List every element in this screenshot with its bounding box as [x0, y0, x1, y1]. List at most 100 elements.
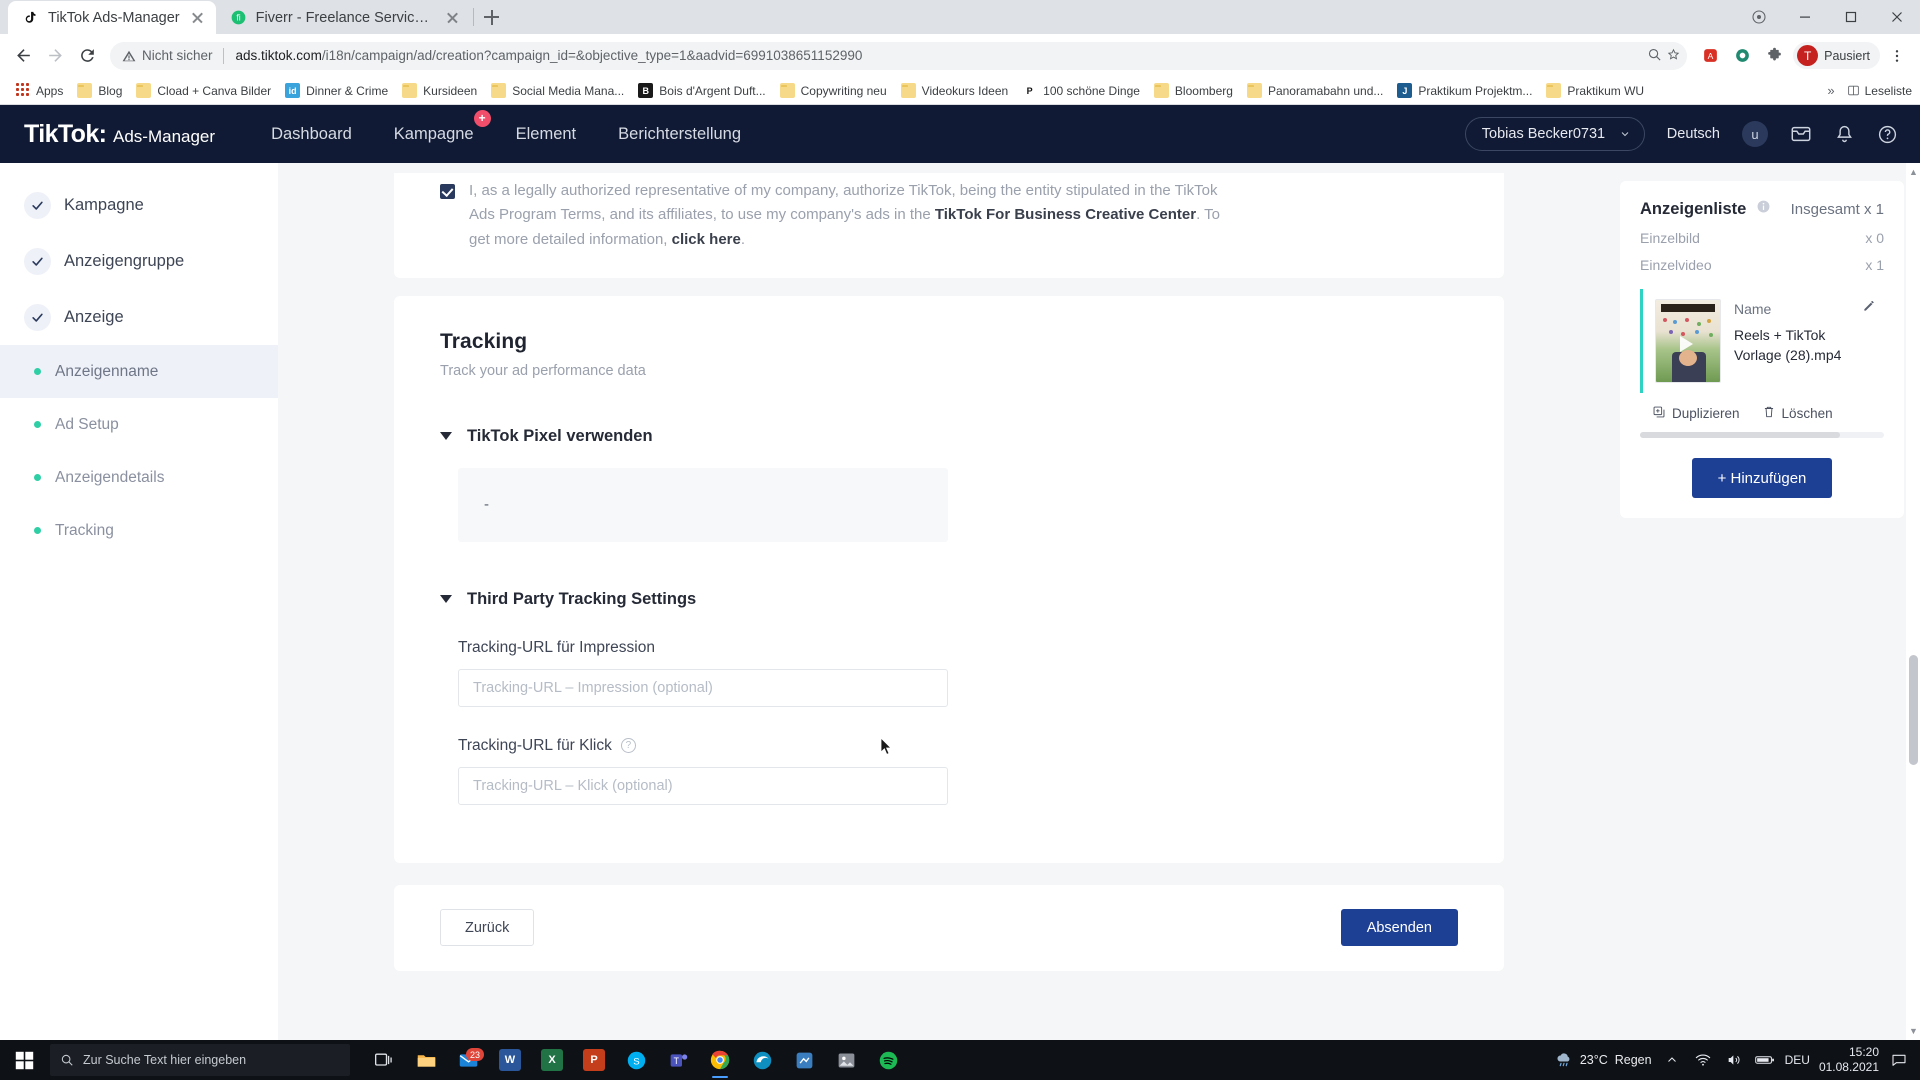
sidebar-item-anzeigenname[interactable]: Anzeigenname — [0, 345, 278, 398]
bookmark-item[interactable]: Panoramabahn und... — [1240, 80, 1390, 101]
delete-button[interactable]: Löschen — [1762, 405, 1833, 422]
zoom-icon[interactable] — [1647, 47, 1662, 65]
sidebar-item-tracking[interactable]: Tracking — [0, 504, 278, 557]
browser-tab-active[interactable]: TikTok Ads-Manager — [8, 1, 216, 34]
bookmark-item[interactable]: Apps — [8, 80, 70, 101]
bookmark-item[interactable]: Cload + Canva Bilder — [129, 80, 278, 101]
file-explorer-icon[interactable] — [406, 1040, 446, 1080]
nav-kampagne-badge[interactable]: + — [473, 109, 491, 127]
scroll-up-arrow[interactable]: ▲ — [1909, 167, 1918, 177]
edge-icon[interactable] — [742, 1040, 782, 1080]
nav-dashboard[interactable]: Dashboard — [271, 125, 352, 144]
third-party-tracking-section-header[interactable]: Third Party Tracking Settings — [440, 590, 1458, 609]
weather-widget[interactable]: 23°C Regen — [1555, 1051, 1652, 1069]
consent-checkbox[interactable] — [440, 184, 455, 199]
close-icon[interactable] — [444, 9, 461, 26]
ad-list-horizontal-scrollbar[interactable] — [1640, 432, 1884, 438]
start-button[interactable] — [0, 1040, 48, 1080]
bell-icon[interactable] — [1834, 124, 1855, 145]
browser-tab-inactive[interactable]: fi Fiverr - Freelance Services Marke — [215, 1, 471, 34]
back-button[interactable]: Zurück — [440, 909, 535, 947]
question-mark-icon[interactable]: ? — [620, 738, 636, 754]
click-url-input[interactable]: Tracking-URL – Klick (optional) — [458, 766, 948, 805]
sidebar-item-anzeigendetails[interactable]: Anzeigendetails — [0, 451, 278, 504]
sidebar-step-kampagne[interactable]: Kampagne — [0, 177, 278, 233]
word-icon[interactable]: W — [490, 1040, 530, 1080]
taskbar-language[interactable]: DEU — [1785, 1053, 1810, 1067]
back-icon[interactable] — [8, 41, 38, 71]
forward-icon[interactable] — [40, 41, 70, 71]
sidebar-item-ad-setup[interactable]: Ad Setup — [0, 398, 278, 451]
taskbar-clock[interactable]: 15:20 01.08.2021 — [1819, 1045, 1879, 1075]
bookmark-item[interactable]: Videokurs Ideen — [894, 80, 1016, 101]
bookmark-item[interactable]: id Dinner & Crime — [278, 80, 395, 101]
battery-icon[interactable] — [1754, 1053, 1776, 1067]
chrome-icon[interactable] — [700, 1040, 740, 1080]
sidebar-step-anzeige[interactable]: Anzeige — [0, 289, 278, 345]
submit-button[interactable]: Absenden — [1340, 909, 1458, 947]
task-view-icon[interactable] — [364, 1040, 404, 1080]
address-bar[interactable]: Nicht sicher ads.tiktok.com/i18n/campaig… — [110, 41, 1688, 70]
impression-url-input[interactable]: Tracking-URL – Impression (optional) — [458, 668, 948, 707]
language-selector[interactable]: Deutsch — [1667, 126, 1720, 142]
bookmark-star-icon[interactable] — [1666, 47, 1681, 65]
bookmark-item[interactable]: Bloomberg — [1147, 80, 1240, 101]
minimize-icon[interactable] — [1782, 0, 1828, 34]
bookmark-item[interactable]: J Praktikum Projektm... — [1390, 80, 1539, 101]
app-icon[interactable] — [784, 1040, 824, 1080]
extensions-puzzle-icon[interactable] — [1736, 0, 1782, 34]
extension-icon-2[interactable] — [1727, 41, 1757, 71]
click-here-link[interactable]: click here — [672, 231, 741, 248]
bookmark-item[interactable]: B Bois d'Argent Duft... — [631, 80, 772, 101]
info-icon[interactable] — [1756, 199, 1771, 219]
bookmark-item[interactable]: Social Media Mana... — [484, 80, 631, 101]
reload-icon[interactable] — [72, 41, 102, 71]
spotify-icon[interactable] — [868, 1040, 908, 1080]
scroll-down-arrow[interactable]: ▼ — [1909, 1026, 1918, 1036]
extensions-icon[interactable] — [1759, 41, 1789, 71]
duplicate-button[interactable]: Duplizieren — [1652, 405, 1740, 422]
chrome-menu-icon[interactable] — [1882, 41, 1912, 71]
teams-icon[interactable]: T — [658, 1040, 698, 1080]
skype-icon[interactable]: S — [616, 1040, 656, 1080]
window-close-icon[interactable] — [1874, 0, 1920, 34]
help-icon[interactable] — [1877, 124, 1898, 145]
sidebar-step-anzeigengruppe[interactable]: Anzeigengruppe — [0, 233, 278, 289]
nav-kampagne[interactable]: Kampagne + — [394, 109, 491, 144]
volume-icon[interactable] — [1723, 1052, 1745, 1068]
nav-berichterstellung[interactable]: Berichterstellung — [618, 125, 741, 144]
new-tab-button[interactable] — [476, 2, 508, 32]
avatar[interactable]: u — [1742, 121, 1768, 147]
bookmark-item[interactable]: Praktikum WU — [1539, 80, 1651, 101]
inbox-icon[interactable] — [1790, 123, 1812, 145]
excel-icon[interactable]: X — [532, 1040, 572, 1080]
photos-icon[interactable] — [826, 1040, 866, 1080]
mail-icon[interactable]: 23 — [448, 1040, 488, 1080]
action-center-icon[interactable] — [1888, 1052, 1910, 1068]
bookmark-item[interactable]: Blog — [70, 80, 129, 101]
extension-icon-1[interactable]: A — [1695, 41, 1725, 71]
account-selector[interactable]: Tobias Becker0731 — [1464, 117, 1645, 151]
tiktok-pixel-section-header[interactable]: TikTok Pixel verwenden — [440, 427, 1458, 446]
bookmark-item[interactable]: Kursideen — [395, 80, 484, 101]
add-ad-button[interactable]: + Hinzufügen — [1691, 458, 1833, 498]
creative-center-link[interactable]: TikTok For Business Creative Center — [935, 206, 1196, 223]
page-scrollbar-thumb[interactable] — [1909, 655, 1918, 765]
bookmark-item[interactable]: Copywriting neu — [773, 80, 894, 101]
pencil-icon[interactable] — [1862, 299, 1876, 318]
bookmarks-overflow-button[interactable]: » — [1827, 83, 1834, 98]
browser-profile-button[interactable]: T Pausiert — [1793, 42, 1880, 69]
close-icon[interactable] — [189, 9, 206, 26]
ad-list-item[interactable]: Name Reels + TikTok Vorlage (28).mp4 — [1640, 289, 1884, 393]
network-icon[interactable] — [1692, 1052, 1714, 1068]
nav-element[interactable]: Element — [516, 125, 577, 144]
not-secure-indicator[interactable]: Nicht sicher — [122, 48, 213, 63]
page-scrollbar[interactable]: ▲ ▼ — [1906, 163, 1920, 1040]
maximize-icon[interactable] — [1828, 0, 1874, 34]
powerpoint-icon[interactable]: P — [574, 1040, 614, 1080]
show-hidden-icons-chevron[interactable] — [1661, 1054, 1683, 1066]
reading-list-button[interactable]: Leseliste — [1847, 84, 1912, 98]
taskbar-search-box[interactable]: Zur Suche Text hier eingeben — [50, 1044, 350, 1076]
bookmark-item[interactable]: P 100 schöne Dinge — [1015, 80, 1147, 101]
tiktok-ads-logo[interactable]: TikTok: Ads-Manager — [24, 120, 215, 149]
